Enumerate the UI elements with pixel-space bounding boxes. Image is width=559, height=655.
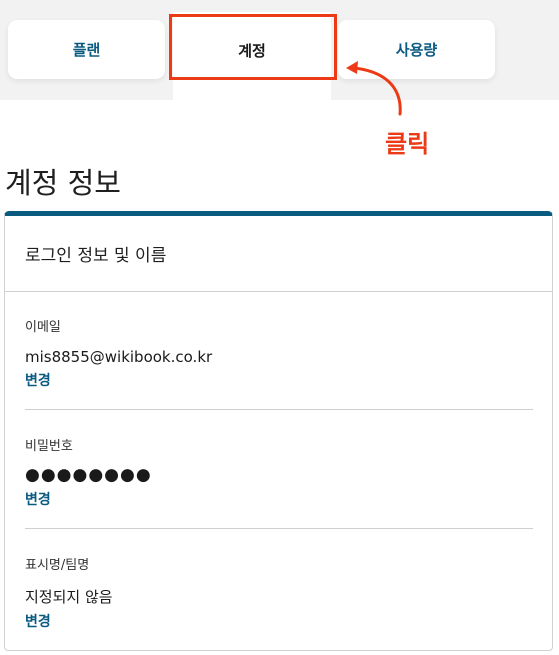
password-section: 비밀번호 ●●●●●●●● 변경: [25, 435, 533, 509]
page-title: 계정 정보: [5, 166, 121, 200]
display-name-value: 지정되지 않음: [25, 588, 113, 606]
divider: [25, 409, 533, 410]
change-password-link[interactable]: 변경: [25, 489, 51, 509]
email-value: mis8855@wikibook.co.kr: [25, 348, 213, 366]
display-name-label: 표시명/팀명: [25, 558, 90, 573]
change-display-name-link[interactable]: 변경: [25, 611, 51, 631]
password-value: ●●●●●●●●: [25, 465, 152, 485]
tab-plan-label: 플랜: [72, 41, 101, 59]
email-label: 이메일: [25, 320, 61, 335]
click-annotation: 클릭: [385, 130, 430, 158]
tab-plan[interactable]: 플랜: [8, 20, 165, 79]
change-email-link[interactable]: 변경: [25, 370, 51, 390]
divider: [25, 528, 533, 529]
tab-usage[interactable]: 사용량: [338, 20, 495, 79]
password-label: 비밀번호: [25, 439, 73, 454]
tab-bar: 플랜 계정 사용량: [0, 0, 559, 100]
display-name-section: 표시명/팀명 지정되지 않음 변경: [25, 554, 533, 631]
card-title: 로그인 정보 및 이름: [5, 216, 552, 292]
tab-account-label: 계정: [238, 42, 266, 60]
email-section: 이메일 mis8855@wikibook.co.kr 변경: [25, 316, 533, 390]
tab-usage-label: 사용량: [395, 41, 438, 59]
login-info-card: 로그인 정보 및 이름 이메일 mis8855@wikibook.co.kr 변…: [4, 211, 553, 651]
tab-account[interactable]: 계정: [173, 12, 331, 100]
